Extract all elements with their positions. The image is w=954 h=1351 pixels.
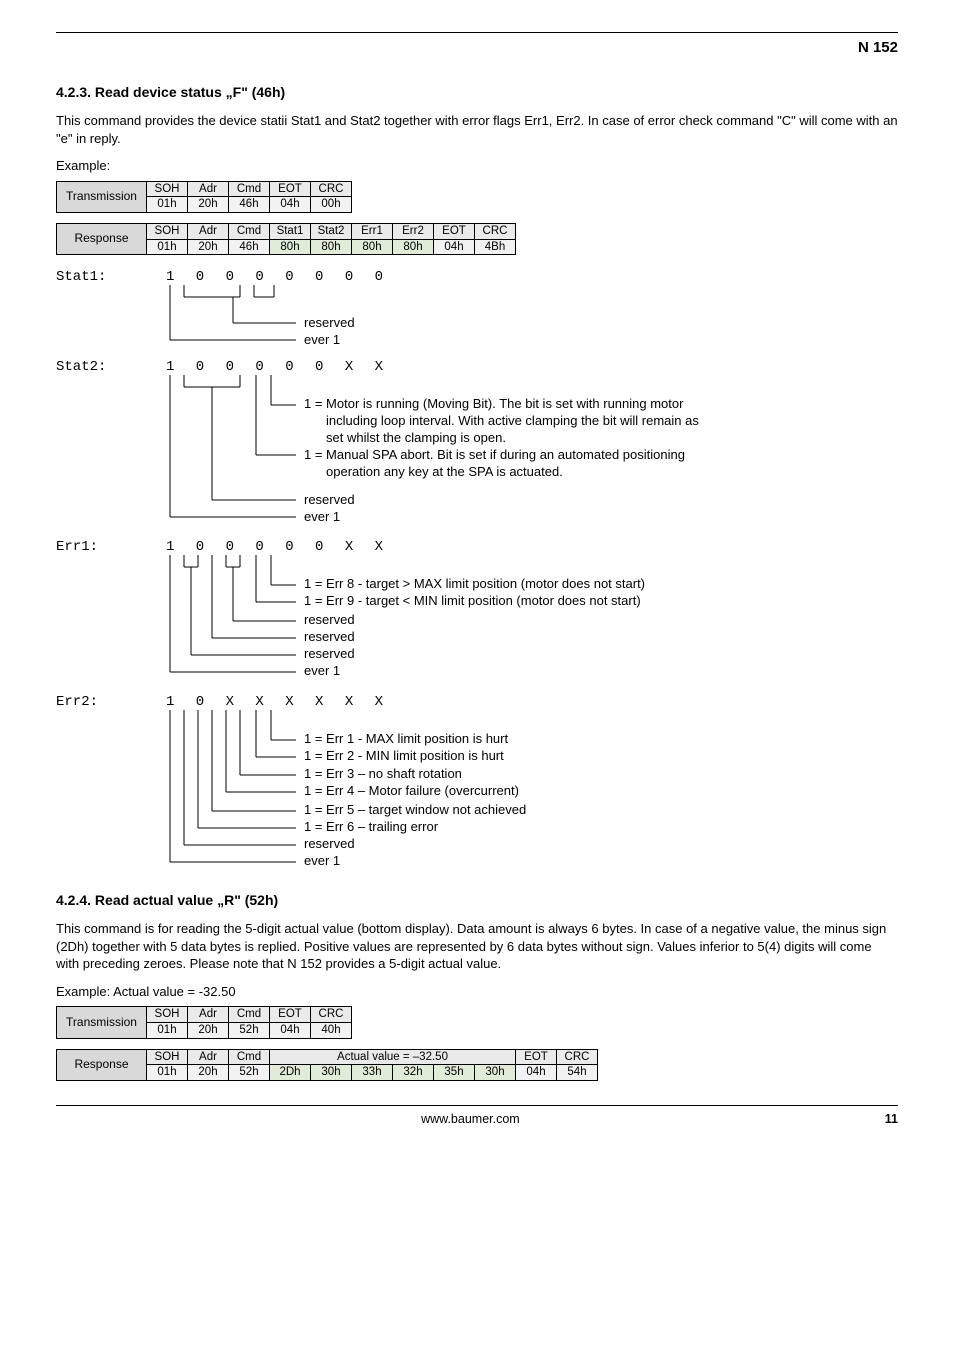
svg-text:1 = Err 9 - target < MIN limi: 1 = Err 9 - target < MIN limit position … [304, 593, 641, 608]
svg-text:reserved: reserved [304, 612, 355, 627]
section-2-para: This command is for reading the 5-digit … [56, 920, 898, 973]
stat1-block: Stat1: 1 0 0 0 0 0 0 0 reserved ever 1 [56, 269, 898, 345]
stat1-diagram: reserved ever 1 [166, 285, 406, 345]
svg-text:ever 1: ever 1 [304, 853, 340, 868]
err1-diagram: 1 = Err 8 - target > MAX limit position … [166, 555, 896, 680]
response-table-2: Response SOHAdrCmdActual value = –32.50E… [56, 1049, 898, 1081]
footer-url: www.baumer.com [421, 1112, 520, 1126]
section-1-para: This command provides the device statii … [56, 112, 898, 147]
svg-text:including loop interval. With: including loop interval. With active cla… [326, 413, 699, 428]
svg-text:reserved: reserved [304, 492, 355, 507]
transmission-table-2: Transmission SOHAdrCmdEOTCRC 01h20h52h04… [56, 1006, 898, 1038]
svg-text:1 = Err 5 – target window not: 1 = Err 5 – target window not achieved [304, 802, 526, 817]
section-1-heading: 4.2.3. Read device status „F" (46h) [56, 84, 898, 100]
response-table-1: Response SOHAdrCmdStat1Stat2Err1Err2EOTC… [56, 223, 898, 255]
svg-text:reserved: reserved [304, 646, 355, 661]
svg-text:1 = Motor is running (Moving B: 1 = Motor is running (Moving Bit). The b… [304, 396, 684, 411]
svg-text:reserved: reserved [304, 629, 355, 644]
transmission-table-1: Transmission SOHAdrCmdEOTCRC 01h20h46h04… [56, 181, 898, 213]
svg-text:set whilst the clamping is ope: set whilst the clamping is open. [326, 430, 506, 445]
svg-text:1 = Err 6 – trailing error: 1 = Err 6 – trailing error [304, 819, 439, 834]
section-2-heading: 4.2.4. Read actual value „R" (52h) [56, 892, 898, 908]
page-footer: www.baumer.com 11 [56, 1105, 898, 1126]
svg-text:1 = Err 1 - MAX limit position: 1 = Err 1 - MAX limit position is hurt [304, 731, 508, 746]
stat2-diagram: 1 = Motor is running (Moving Bit). The b… [166, 375, 896, 525]
err2-block: Err2: 1 0 X X X X X X 1 = Err 1 - MAX li [56, 694, 898, 870]
svg-text:1 = Err 8 - target > MAX limit: 1 = Err 8 - target > MAX limit position … [304, 576, 645, 591]
err1-block: Err1: 1 0 0 0 0 0 X X 1 = Err 8 - target [56, 539, 898, 680]
svg-text:ever 1: ever 1 [304, 663, 340, 678]
example-label-2: Example: Actual value = -32.50 [56, 983, 898, 1001]
example-label-1: Example: [56, 157, 898, 175]
err2-diagram: 1 = Err 1 - MAX limit position is hurt 1… [166, 710, 896, 870]
svg-text:operation any key at the SPA i: operation any key at the SPA is actuated… [326, 464, 563, 479]
svg-text:1 = Err 4 – Motor failure (ove: 1 = Err 4 – Motor failure (overcurrent) [304, 783, 519, 798]
header-code: N 152 [56, 32, 898, 56]
footer-page: 11 [885, 1112, 898, 1126]
svg-text:1 = Manual SPA abort. Bit is s: 1 = Manual SPA abort. Bit is set if duri… [304, 447, 685, 462]
svg-text:1 = Err 3 – no shaft rotation: 1 = Err 3 – no shaft rotation [304, 766, 462, 781]
svg-text:reserved: reserved [304, 836, 355, 851]
svg-text:ever 1: ever 1 [304, 332, 340, 345]
stat2-block: Stat2: 1 0 0 0 0 0 X X 1 = Motor is runn… [56, 359, 898, 525]
svg-text:1 = Err 2 - MIN limit positio: 1 = Err 2 - MIN limit position is hurt [304, 748, 504, 763]
svg-text:reserved: reserved [304, 315, 355, 330]
svg-text:ever 1: ever 1 [304, 509, 340, 524]
